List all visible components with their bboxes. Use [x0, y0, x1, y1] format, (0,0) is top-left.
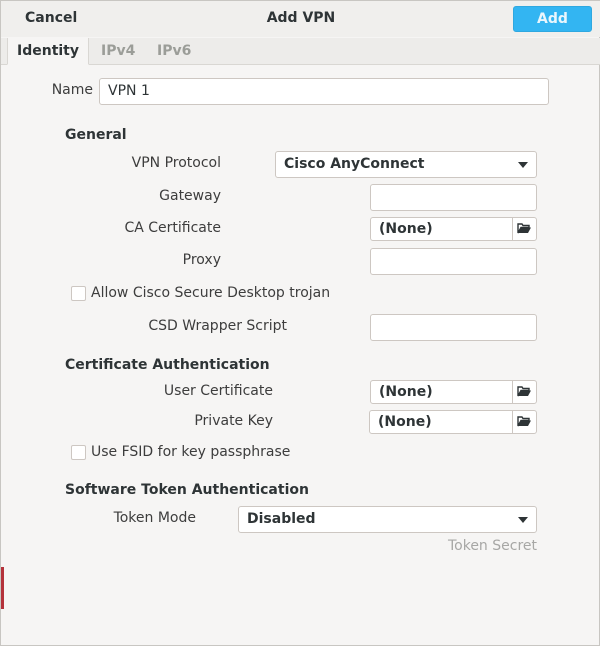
token-auth-heading: Software Token Authentication	[65, 482, 309, 498]
gateway-input[interactable]	[370, 184, 537, 211]
token-secret-label: Token Secret	[447, 538, 537, 554]
name-input[interactable]: VPN 1	[99, 78, 549, 105]
csd-wrapper-input[interactable]	[370, 314, 537, 341]
token-mode-dropdown[interactable]: Disabled	[238, 506, 537, 533]
chooser-separator	[512, 411, 513, 433]
chevron-down-icon	[518, 517, 528, 523]
folder-open-icon	[517, 416, 531, 427]
user-certificate-label: User Certificate	[163, 383, 273, 399]
general-heading: General	[65, 127, 127, 143]
tab-ipv6[interactable]: IPv6	[157, 38, 191, 65]
csd-wrapper-label: CSD Wrapper Script	[148, 318, 287, 334]
vpn-protocol-label: VPN Protocol	[131, 155, 221, 171]
private-key-chooser[interactable]: (None)	[369, 410, 537, 434]
chevron-down-icon	[518, 162, 528, 168]
chooser-separator	[512, 218, 513, 240]
header-bar: Cancel Add VPN Add	[1, 1, 600, 37]
name-label: Name	[51, 82, 93, 98]
proxy-input[interactable]	[370, 248, 537, 275]
user-certificate-chooser[interactable]: (None)	[370, 380, 537, 404]
tab-identity[interactable]: Identity	[7, 38, 90, 65]
vpn-protocol-value: Cisco AnyConnect	[284, 156, 425, 172]
gateway-label: Gateway	[159, 188, 221, 204]
token-mode-label: Token Mode	[113, 510, 196, 526]
tab-ipv4[interactable]: IPv4	[101, 38, 135, 65]
proxy-label: Proxy	[182, 252, 221, 268]
private-key-label: Private Key	[194, 413, 273, 429]
chooser-separator	[512, 381, 513, 403]
tab-bar: Identity IPv4 IPv6	[1, 38, 600, 65]
window-edge-accent	[1, 567, 4, 609]
vpn-protocol-dropdown[interactable]: Cisco AnyConnect	[275, 151, 537, 178]
ca-certificate-chooser[interactable]: (None)	[370, 217, 537, 241]
private-key-value: (None)	[378, 414, 432, 430]
cert-auth-heading: Certificate Authentication	[65, 357, 270, 373]
cancel-button[interactable]: Cancel	[25, 10, 77, 26]
fsid-checkbox[interactable]	[71, 445, 86, 460]
add-button[interactable]: Add	[513, 6, 592, 32]
ca-certificate-value: (None)	[379, 221, 433, 237]
token-mode-value: Disabled	[247, 511, 316, 527]
folder-open-icon	[517, 386, 531, 397]
user-certificate-value: (None)	[379, 384, 433, 400]
folder-open-icon	[517, 223, 531, 234]
fsid-label[interactable]: Use FSID for key passphrase	[91, 444, 290, 460]
csd-trojan-checkbox[interactable]	[71, 286, 86, 301]
csd-trojan-label[interactable]: Allow Cisco Secure Desktop trojan	[91, 285, 330, 301]
add-vpn-dialog: Cancel Add VPN Add Identity IPv4 IPv6 Na…	[0, 0, 600, 646]
dialog-title: Add VPN	[266, 10, 336, 26]
ca-certificate-label: CA Certificate	[124, 220, 221, 236]
